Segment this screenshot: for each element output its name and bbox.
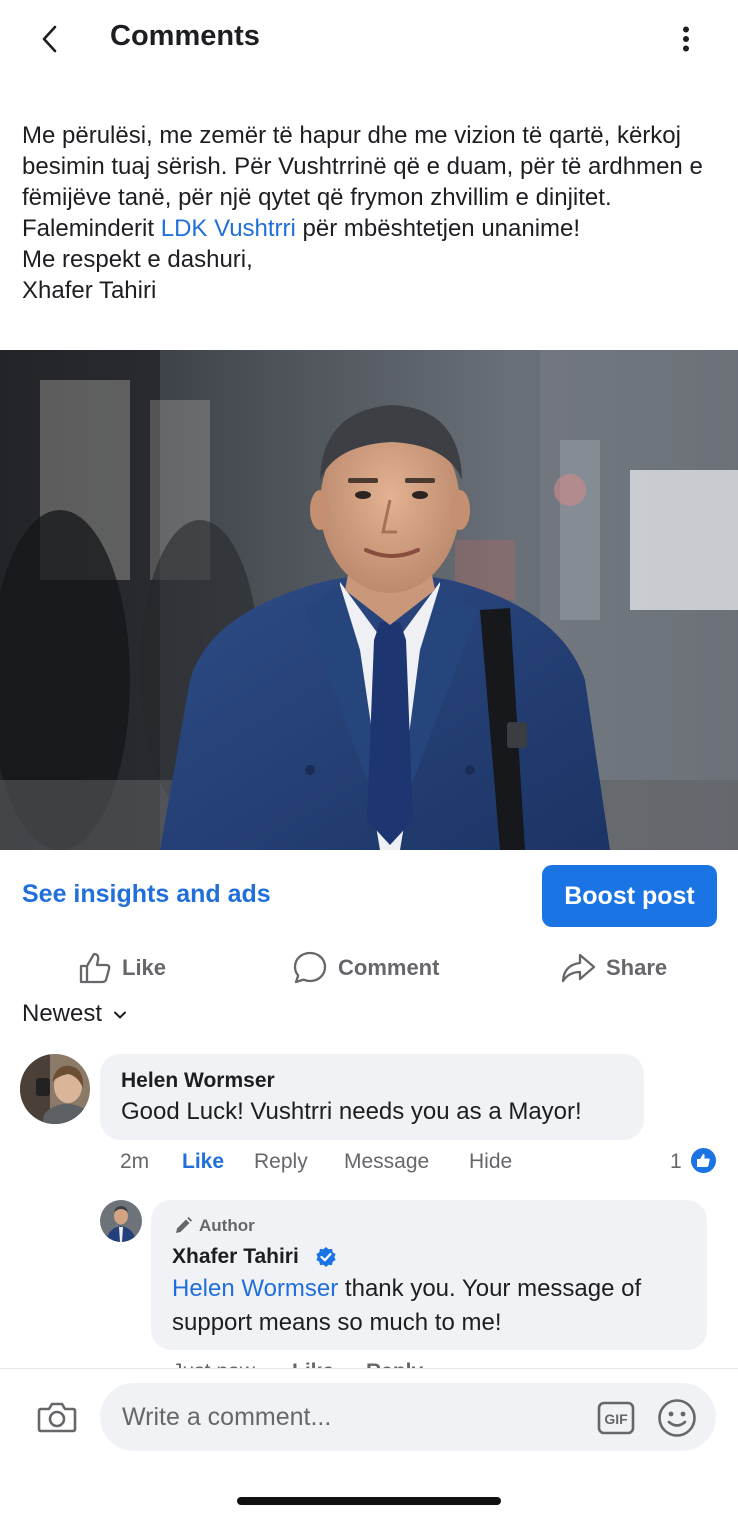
reply-time: Just now bbox=[172, 1360, 255, 1368]
gif-icon: GIF bbox=[597, 1401, 635, 1435]
reply-like-button[interactable]: Like bbox=[292, 1360, 334, 1368]
comment-action-button[interactable]: Comment bbox=[292, 938, 439, 998]
post-signature: Xhafer Tahiri bbox=[22, 277, 157, 304]
comment-reply-button[interactable]: Reply bbox=[254, 1150, 308, 1174]
avatar-helen-wormser[interactable] bbox=[20, 1054, 90, 1124]
share-arrow-icon bbox=[561, 953, 596, 983]
post-actions-bar: Like Comment Share bbox=[0, 938, 738, 998]
author-badge-label: Author bbox=[199, 1216, 255, 1235]
top-bar: Comments bbox=[0, 0, 738, 78]
comment-message-button[interactable]: Message bbox=[344, 1150, 429, 1174]
like-reaction-icon[interactable] bbox=[689, 1146, 718, 1175]
verified-badge-icon bbox=[316, 1247, 336, 1267]
reply-reply-button[interactable]: Reply bbox=[366, 1360, 423, 1368]
reply-mention-helen[interactable]: Helen Wormser bbox=[172, 1275, 338, 1302]
comment-bubble-icon bbox=[293, 951, 327, 984]
svg-text:GIF: GIF bbox=[604, 1411, 628, 1427]
reaction-count[interactable]: 1 bbox=[670, 1150, 682, 1174]
thumbs-up-icon bbox=[79, 952, 111, 984]
boost-post-button[interactable]: Boost post bbox=[542, 865, 717, 927]
comment-hide-button[interactable]: Hide bbox=[469, 1150, 512, 1174]
post-paragraph: Me përulësi, me zemër të hapur dhe me vi… bbox=[22, 122, 703, 211]
thanks-prefix: Faleminderit bbox=[22, 215, 161, 242]
comments-scroll-area[interactable]: Me përulësi, me zemër të hapur dhe me vi… bbox=[0, 78, 738, 1368]
post-closing: Me respekt e dashuri, bbox=[22, 246, 253, 273]
sort-label: Newest bbox=[22, 1000, 103, 1027]
emoji-button[interactable] bbox=[656, 1397, 698, 1439]
chevron-down-icon bbox=[114, 1011, 127, 1019]
reply-text: Helen Wormser thank you. Your message of… bbox=[172, 1272, 692, 1340]
back-button[interactable] bbox=[30, 20, 70, 58]
camera-button[interactable] bbox=[34, 1394, 80, 1440]
post-photo[interactable] bbox=[0, 350, 738, 850]
avatar-image bbox=[100, 1200, 142, 1242]
like-action-button[interactable]: Like bbox=[78, 938, 166, 998]
more-vertical-icon bbox=[683, 26, 689, 52]
pencil-icon bbox=[176, 1216, 193, 1233]
home-indicator bbox=[237, 1497, 501, 1505]
comment-label: Comment bbox=[338, 955, 440, 980]
comment-composer: GIF bbox=[0, 1368, 738, 1519]
reply-author-name[interactable]: Xhafer Tahiri bbox=[172, 1245, 299, 1269]
camera-icon bbox=[37, 1402, 77, 1433]
sort-dropdown[interactable]: Newest bbox=[22, 1000, 127, 1028]
more-options-button[interactable] bbox=[668, 20, 704, 58]
share-label: Share bbox=[606, 955, 668, 980]
comment-text: Good Luck! Vushtrri needs you as a Mayor… bbox=[121, 1098, 582, 1125]
post-thanks-line: Faleminderit LDK Vushtrri për mbështetje… bbox=[22, 213, 722, 244]
emoji-icon bbox=[658, 1399, 696, 1437]
comment-author-name[interactable]: Helen Wormser bbox=[121, 1069, 275, 1093]
avatar-image bbox=[20, 1054, 90, 1124]
like-label: Like bbox=[122, 955, 167, 980]
share-action-button[interactable]: Share bbox=[560, 938, 667, 998]
back-chevron-icon bbox=[42, 25, 57, 53]
page-title: Comments bbox=[110, 20, 260, 52]
thanks-suffix: për mbështetjen unanime! bbox=[295, 215, 581, 242]
post-photo-image bbox=[0, 350, 738, 850]
gif-button[interactable]: GIF bbox=[596, 1400, 636, 1436]
comment-like-button[interactable]: Like bbox=[182, 1150, 224, 1174]
avatar-xhafer-tahiri[interactable] bbox=[100, 1200, 142, 1242]
page-mention-ldk[interactable]: LDK Vushtrri bbox=[161, 215, 296, 242]
post-text: Me përulësi, me zemër të hapur dhe me vi… bbox=[22, 120, 722, 306]
author-badge: Author bbox=[173, 1216, 255, 1236]
see-insights-link[interactable]: See insights and ads bbox=[22, 880, 271, 909]
comment-time: 2m bbox=[120, 1150, 150, 1173]
